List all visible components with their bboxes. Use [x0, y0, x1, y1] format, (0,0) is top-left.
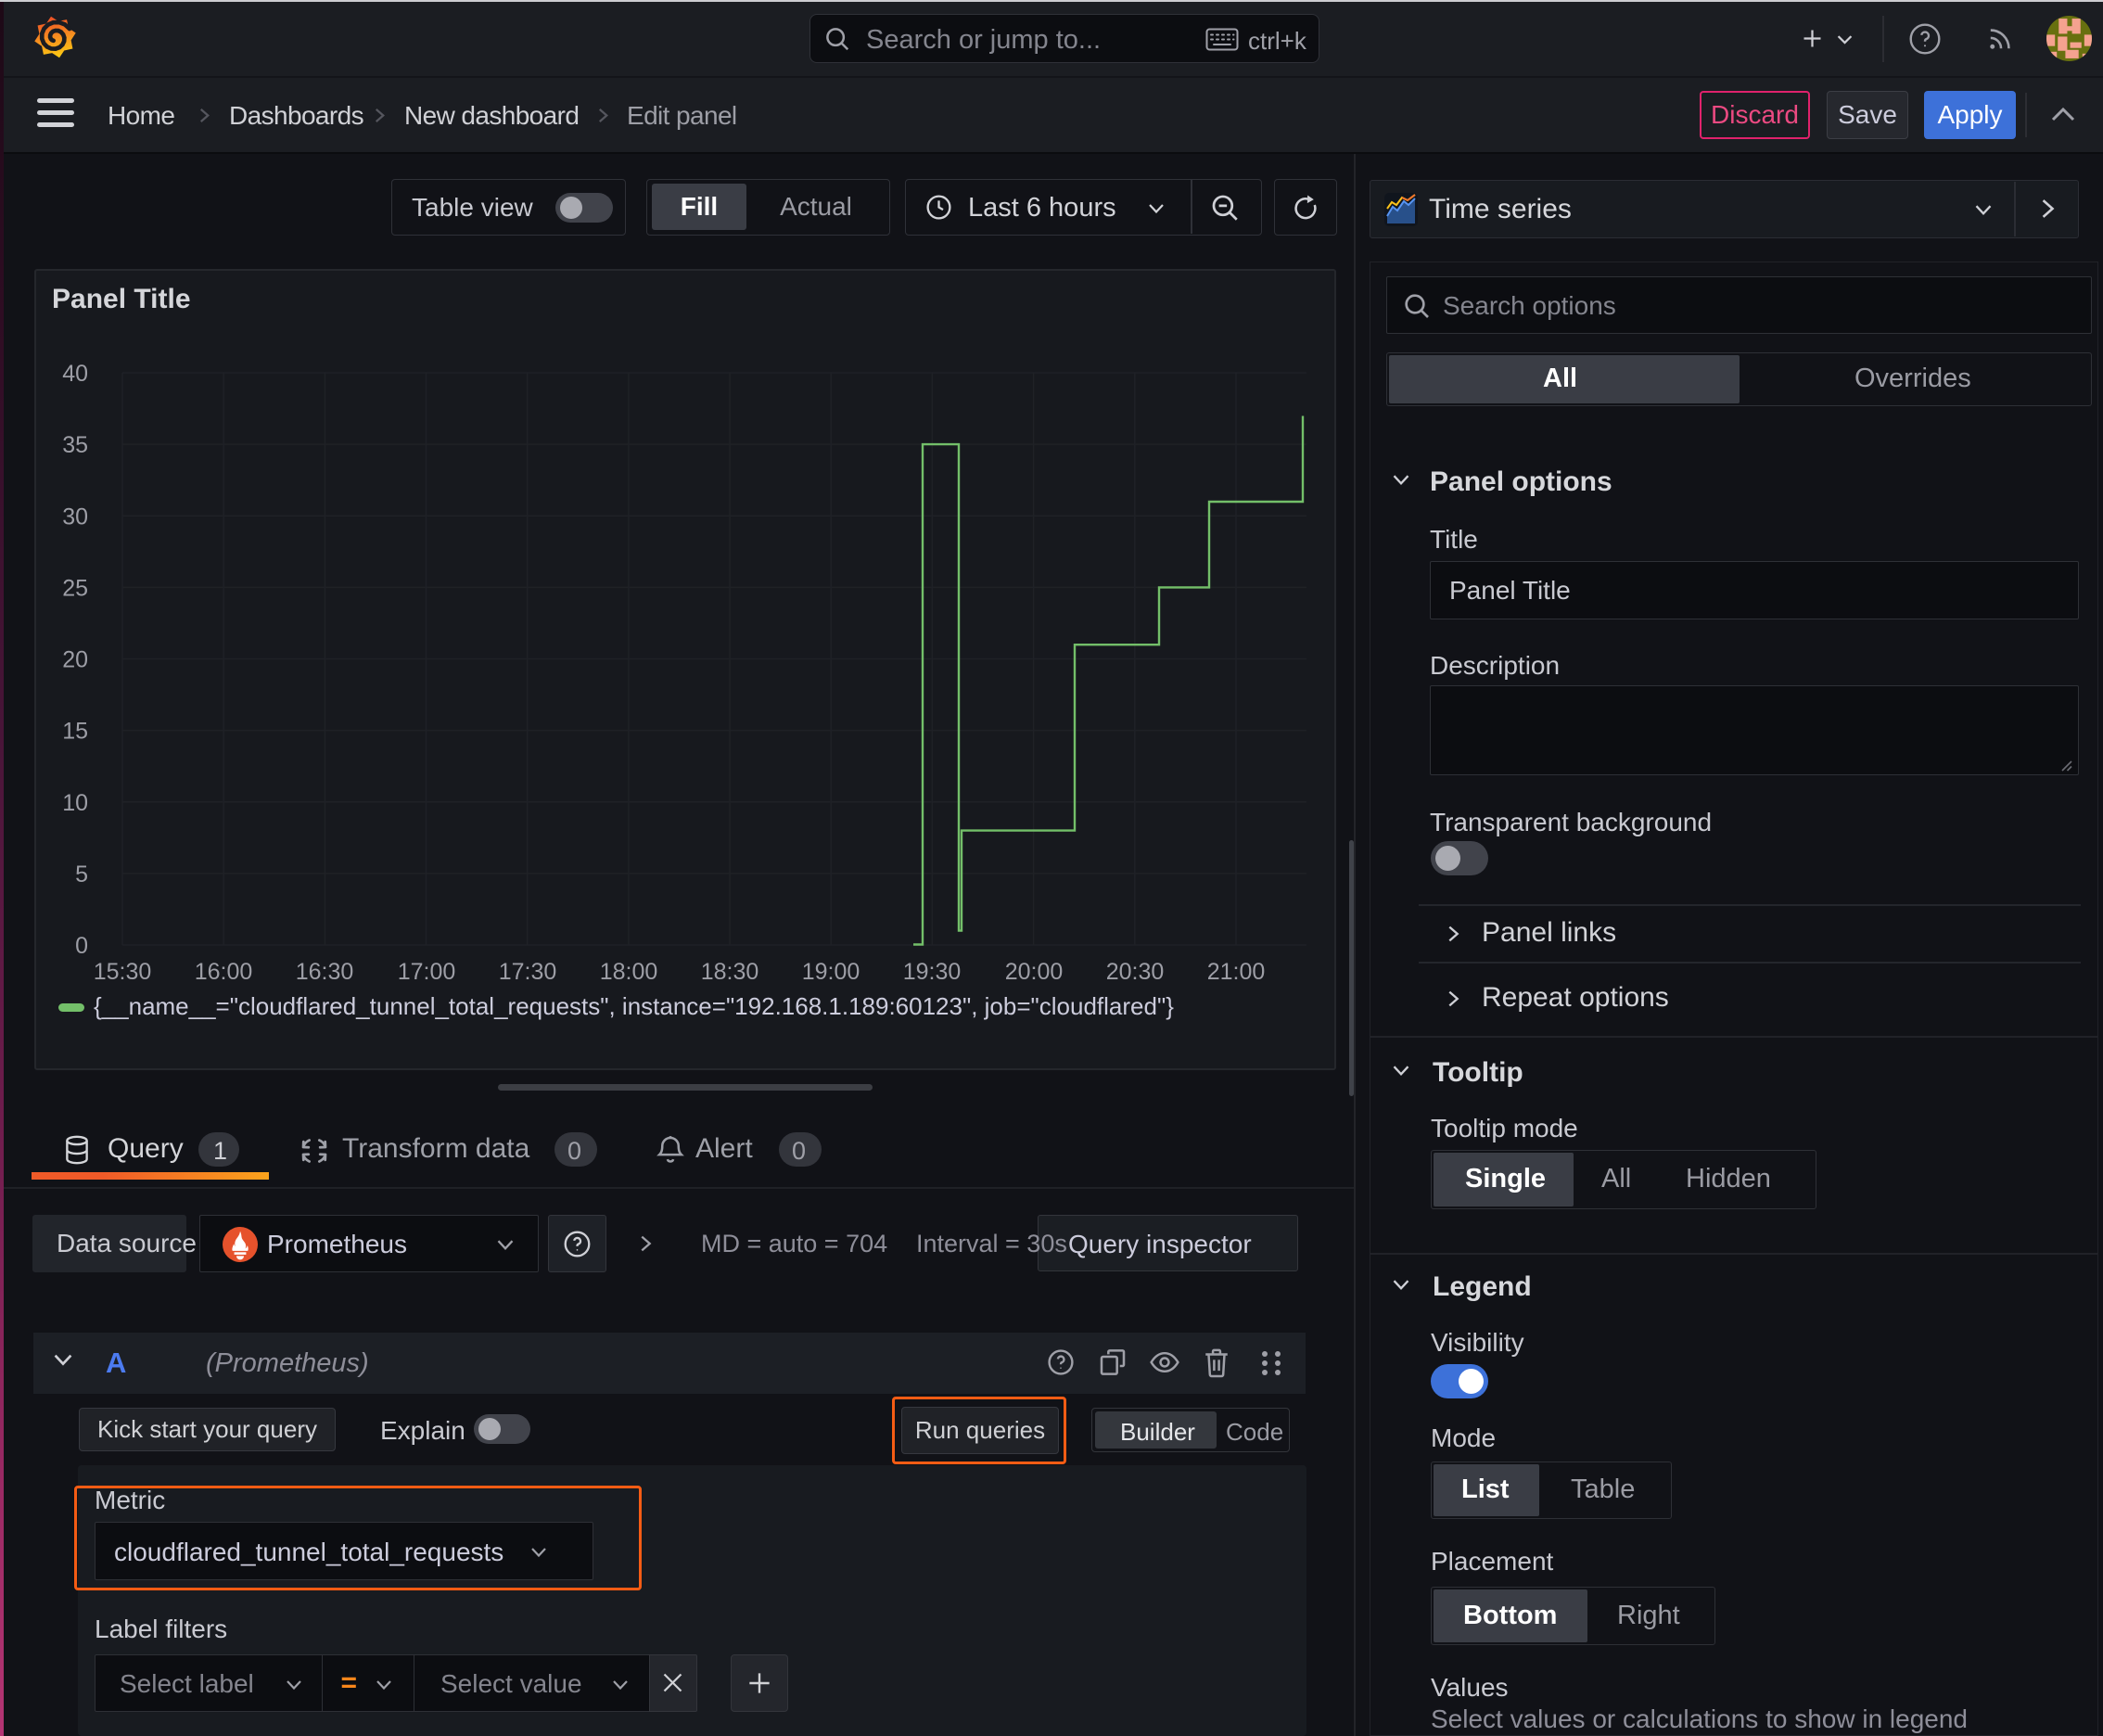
svg-text:5: 5	[75, 862, 88, 887]
svg-text:30: 30	[62, 504, 88, 530]
svg-text:18:30: 18:30	[701, 959, 759, 985]
svg-text:0: 0	[75, 933, 88, 959]
svg-text:17:30: 17:30	[499, 959, 557, 985]
svg-text:20:00: 20:00	[1005, 959, 1064, 985]
svg-text:15: 15	[62, 719, 88, 745]
svg-text:16:00: 16:00	[195, 959, 253, 985]
svg-text:20: 20	[62, 647, 88, 673]
svg-text:10: 10	[62, 790, 88, 816]
svg-text:25: 25	[62, 575, 88, 601]
svg-text:21:00: 21:00	[1207, 959, 1266, 985]
svg-text:40: 40	[62, 361, 88, 387]
svg-text:19:30: 19:30	[903, 959, 962, 985]
svg-text:35: 35	[62, 432, 88, 458]
svg-text:20:30: 20:30	[1106, 959, 1165, 985]
svg-text:17:00: 17:00	[398, 959, 456, 985]
svg-text:16:30: 16:30	[296, 959, 354, 985]
svg-text:19:00: 19:00	[802, 959, 860, 985]
svg-text:{__name__="cloudflared_tunnel_: {__name__="cloudflared_tunnel_total_requ…	[94, 992, 1174, 1020]
svg-text:18:00: 18:00	[600, 959, 658, 985]
svg-text:15:30: 15:30	[94, 959, 152, 985]
